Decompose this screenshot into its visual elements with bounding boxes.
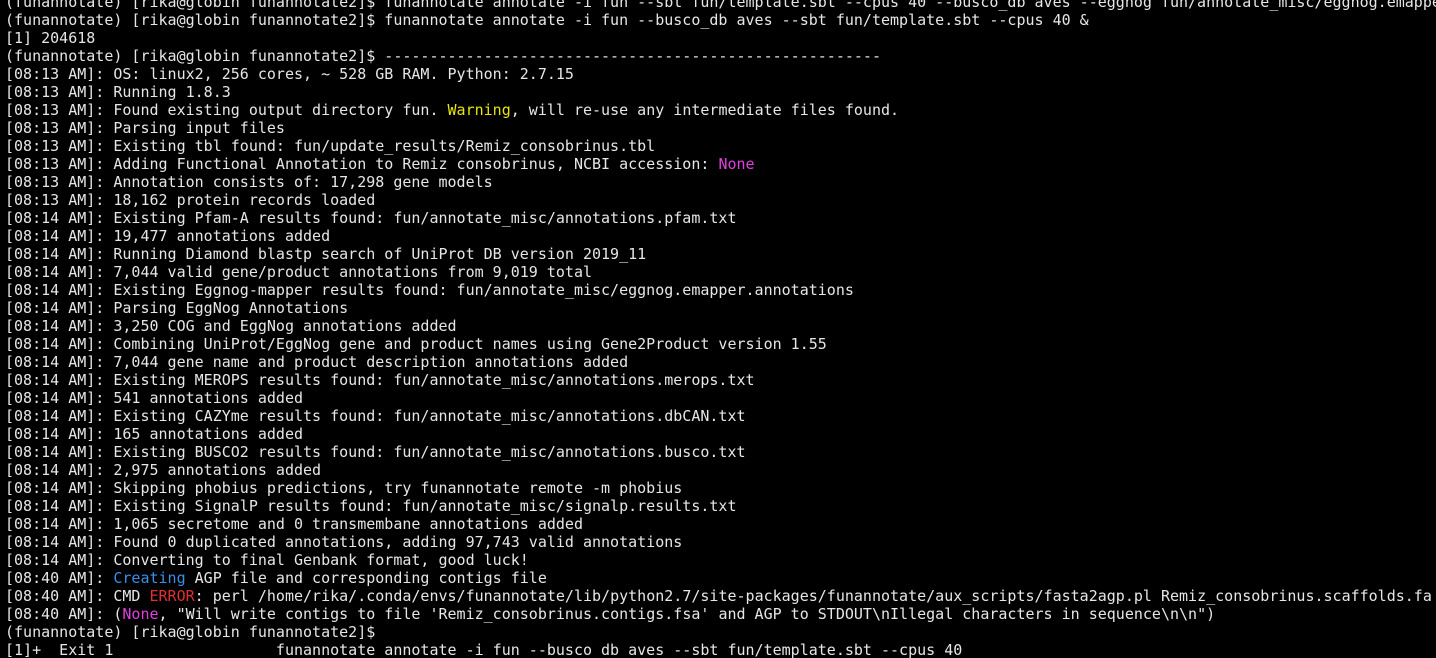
terminal-text: [08:14 AM]: 541 annotations added: [5, 389, 304, 407]
highlighted-text-yellow: Warning: [447, 101, 511, 119]
terminal-line: [08:13 AM]: Existing tbl found: fun/upda…: [5, 137, 1436, 155]
terminal-text: [08:14 AM]: Existing Pfam-A results foun…: [5, 209, 737, 227]
terminal-line: [08:14 AM]: 3,250 COG and EggNog annotat…: [5, 317, 1436, 335]
terminal-text: , "Will write contigs to file 'Remiz_con…: [158, 605, 1216, 623]
terminal-text: [08:14 AM]: Skipping phobius predictions…: [5, 479, 683, 497]
terminal-text: AGP file and corresponding contigs file: [185, 569, 547, 587]
terminal-text: [08:13 AM]: Parsing input files: [5, 119, 285, 137]
terminal-text: [08:14 AM]: Existing MEROPS results foun…: [5, 371, 755, 389]
terminal-text: [08:13 AM]: OS: linux2, 256 cores, ~ 528…: [5, 65, 574, 83]
terminal-text: [08:13 AM]: Running 1.8.3: [5, 83, 231, 101]
terminal-text: [08:14 AM]: Existing CAZYme results foun…: [5, 407, 746, 425]
terminal-line: [08:40 AM]: (None, "Will write contigs t…: [5, 605, 1436, 623]
terminal-line: [08:14 AM]: Existing BUSCO2 results foun…: [5, 443, 1436, 461]
terminal-line: [08:14 AM]: Existing SignalP results fou…: [5, 497, 1436, 515]
terminal-line: [08:13 AM]: 18,162 protein records loade…: [5, 191, 1436, 209]
terminal-line: (funannotate) [rika@globin funannotate2]…: [5, 47, 1436, 65]
terminal-text: [08:14 AM]: Existing BUSCO2 results foun…: [5, 443, 746, 461]
highlighted-text-red: ERROR: [149, 587, 195, 605]
terminal-text: [08:14 AM]: 7,044 gene name and product …: [5, 353, 629, 371]
terminal-text: [08:13 AM]: Adding Functional Annotation…: [5, 155, 719, 173]
terminal-text: [08:13 AM]: Annotation consists of: 17,2…: [5, 173, 493, 191]
terminal-text: [08:13 AM]: Found existing output direct…: [5, 101, 448, 119]
terminal-text: (funannotate) [rika@globin funannotate2]…: [5, 47, 881, 65]
terminal-line: [08:14 AM]: 7,044 valid gene/product ann…: [5, 263, 1436, 281]
terminal-line: [08:14 AM]: 165 annotations added: [5, 425, 1436, 443]
terminal-window[interactable]: (funannotate) [rika@globin funannotate2]…: [5, 0, 1436, 658]
terminal-line: [1] 204618: [5, 29, 1436, 47]
terminal-line: [08:14 AM]: 1,065 secretome and 0 transm…: [5, 515, 1436, 533]
terminal-line: [08:14 AM]: Skipping phobius predictions…: [5, 479, 1436, 497]
terminal-text: [08:14 AM]: 3,250 COG and EggNog annotat…: [5, 317, 457, 335]
terminal-text: [08:40 AM]:: [5, 569, 114, 587]
terminal-text: [08:14 AM]: 7,044 valid gene/product ann…: [5, 263, 592, 281]
terminal-line: [08:13 AM]: Annotation consists of: 17,2…: [5, 173, 1436, 191]
terminal-text: [08:13 AM]: 18,162 protein records loade…: [5, 191, 376, 209]
highlighted-text-blue: Creating: [113, 569, 186, 587]
terminal-line: [08:14 AM]: Found 0 duplicated annotatio…: [5, 533, 1436, 551]
terminal-line: [08:13 AM]: Running 1.8.3: [5, 83, 1436, 101]
highlighted-text-magenta: None: [122, 605, 159, 623]
terminal-text: , will re-use any intermediate files fou…: [510, 101, 900, 119]
terminal-line: (funannotate) [rika@globin funannotate2]…: [5, 0, 1436, 11]
terminal-text: [08:14 AM]: Existing SignalP results fou…: [5, 497, 737, 515]
highlighted-text-magenta: None: [718, 155, 755, 173]
terminal-text: [08:14 AM]: Existing Eggnog-mapper resul…: [5, 281, 854, 299]
terminal-line: [08:14 AM]: 541 annotations added: [5, 389, 1436, 407]
terminal-text: [1] 204618: [5, 29, 96, 47]
terminal-line: [08:14 AM]: Combining UniProt/EggNog gen…: [5, 335, 1436, 353]
terminal-line: [08:14 AM]: Converting to final Genbank …: [5, 551, 1436, 569]
terminal-text: [08:14 AM]: Combining UniProt/EggNog gen…: [5, 335, 827, 353]
terminal-line: (funannotate) [rika@globin funannotate2]…: [5, 11, 1436, 29]
terminal-line: [08:13 AM]: Found existing output direct…: [5, 101, 1436, 119]
terminal-line: [08:14 AM]: 2,975 annotations added: [5, 461, 1436, 479]
terminal-text: [08:14 AM]: Parsing EggNog Annotations: [5, 299, 349, 317]
terminal-text: [08:14 AM]: 2,975 annotations added: [5, 461, 322, 479]
terminal-text: [08:40 AM]: (: [5, 605, 123, 623]
terminal-text: (funannotate) [rika@globin funannotate2]…: [5, 0, 1436, 11]
terminal-line: [08:14 AM]: 19,477 annotations added: [5, 227, 1436, 245]
terminal-line: [08:13 AM]: Parsing input files: [5, 119, 1436, 137]
terminal-line: [08:14 AM]: Running Diamond blastp searc…: [5, 245, 1436, 263]
terminal-line: [08:14 AM]: 7,044 gene name and product …: [5, 353, 1436, 371]
terminal-text: [08:13 AM]: Existing tbl found: fun/upda…: [5, 137, 656, 155]
terminal-text: [08:14 AM]: Found 0 duplicated annotatio…: [5, 533, 683, 551]
terminal-line: [08:14 AM]: Existing CAZYme results foun…: [5, 407, 1436, 425]
terminal-text: [08:14 AM]: Running Diamond blastp searc…: [5, 245, 647, 263]
terminal-text: (funannotate) [rika@globin funannotate2]…: [5, 11, 1089, 29]
terminal-line: (funannotate) [rika@globin funannotate2]…: [5, 623, 1436, 641]
terminal-text: [08:14 AM]: 19,477 annotations added: [5, 227, 331, 245]
terminal-line: [1]+ Exit 1 funannotate annotate -i fun …: [5, 641, 1436, 658]
terminal-text: [08:14 AM]: Converting to final Genbank …: [5, 551, 529, 569]
terminal-line: [08:14 AM]: Existing Eggnog-mapper resul…: [5, 281, 1436, 299]
terminal-text: [1]+ Exit 1 funannotate annotate -i fun …: [5, 641, 963, 658]
terminal-text: [08:14 AM]: 1,065 secretome and 0 transm…: [5, 515, 583, 533]
terminal-text: : perl /home/rika/.conda/envs/funannotat…: [194, 587, 1432, 605]
terminal-line: [08:14 AM]: Existing MEROPS results foun…: [5, 371, 1436, 389]
terminal-line: [08:14 AM]: Parsing EggNog Annotations: [5, 299, 1436, 317]
terminal-line: [08:13 AM]: OS: linux2, 256 cores, ~ 528…: [5, 65, 1436, 83]
terminal-line: [08:40 AM]: Creating AGP file and corres…: [5, 569, 1436, 587]
terminal-text: [08:14 AM]: 165 annotations added: [5, 425, 304, 443]
terminal-text: [08:40 AM]: CMD: [5, 587, 150, 605]
terminal-line: [08:14 AM]: Existing Pfam-A results foun…: [5, 209, 1436, 227]
terminal-line: [08:13 AM]: Adding Functional Annotation…: [5, 155, 1436, 173]
terminal-line: [08:40 AM]: CMD ERROR: perl /home/rika/.…: [5, 587, 1436, 605]
terminal-text: (funannotate) [rika@globin funannotate2]…: [5, 623, 376, 641]
